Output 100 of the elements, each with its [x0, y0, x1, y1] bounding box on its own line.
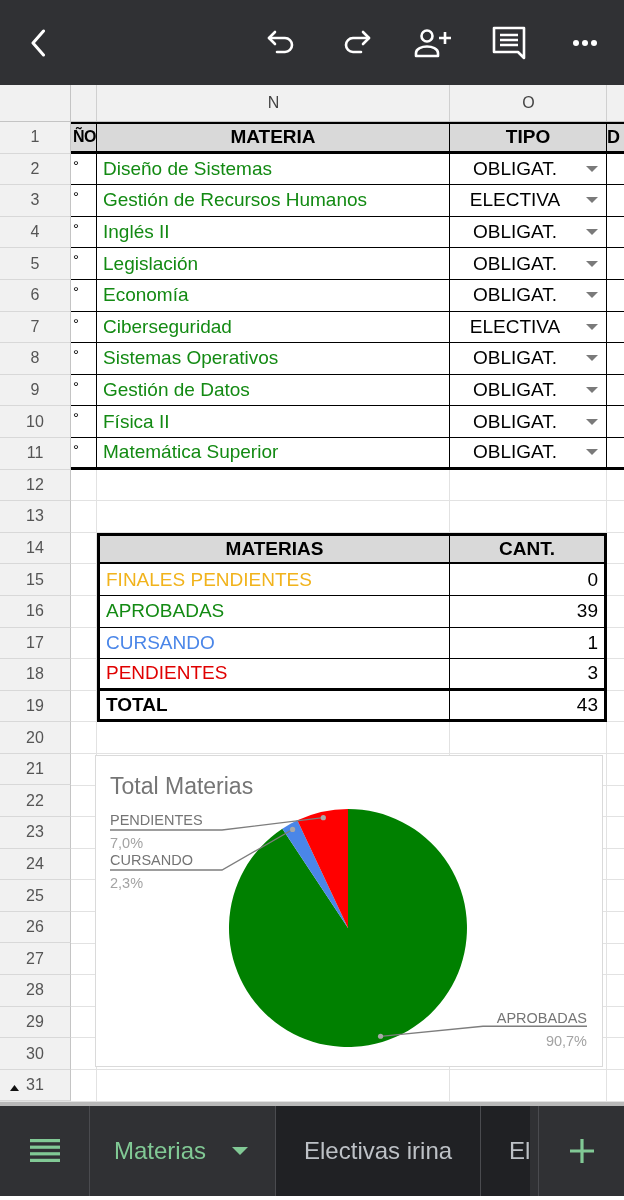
- dropdown-caret-icon[interactable]: [586, 292, 598, 299]
- table-cell: PENDIENTES: [97, 659, 450, 691]
- row-number: 29: [0, 1006, 71, 1039]
- table-cell: APROBADAS: [97, 595, 450, 628]
- menu-icon[interactable]: [29, 1139, 60, 1163]
- table-cell: CURSANDO: [97, 627, 450, 660]
- column-header: ÑO: [71, 124, 97, 151]
- row-number: 21: [0, 753, 71, 786]
- table-cell: °: [71, 248, 97, 279]
- row-number: 7: [0, 311, 71, 344]
- row-number: 11: [0, 437, 71, 470]
- table-cell: °: [71, 374, 97, 406]
- table-cell: °: [71, 216, 97, 248]
- category-label: CURSANDO: [110, 852, 193, 868]
- column-header: CANT.: [450, 532, 607, 565]
- row-number: 28: [0, 975, 71, 1007]
- dropdown-caret-icon[interactable]: [586, 355, 598, 362]
- table-cell: °: [71, 343, 97, 374]
- table-cell: Economía: [97, 279, 450, 311]
- dropdown-caret-icon[interactable]: [586, 387, 598, 394]
- comment-icon[interactable]: [491, 24, 527, 61]
- table-cell: °: [71, 279, 97, 311]
- row-number: 20: [0, 722, 71, 754]
- undo-icon[interactable]: [266, 29, 296, 56]
- dropdown-value[interactable]: ELECTIVA: [450, 189, 586, 212]
- percent-label: 7,0%: [110, 835, 144, 851]
- row-number: 6: [0, 279, 71, 312]
- dropdown-caret-icon[interactable]: [586, 229, 598, 236]
- row-number: 13: [0, 501, 71, 533]
- row-number: 3: [0, 185, 71, 217]
- row-number: 5: [0, 248, 71, 280]
- table-cell: Diseño de Sistemas: [97, 153, 450, 185]
- row-number: 18: [0, 659, 71, 691]
- redo-icon[interactable]: [342, 29, 372, 56]
- row-number: 26: [0, 911, 71, 944]
- column-header: TIPO: [450, 124, 607, 151]
- row-number: 24: [0, 848, 71, 881]
- sheet-tab[interactable]: El: [481, 1105, 531, 1196]
- plus-icon[interactable]: [569, 1138, 594, 1163]
- sheet-tab[interactable]: Electivas irina: [276, 1105, 482, 1196]
- row-number: 27: [0, 943, 71, 976]
- dropdown-caret-icon[interactable]: [586, 418, 598, 425]
- percent-label: 90,7%: [545, 1033, 587, 1050]
- table-cell: °: [71, 437, 97, 467]
- row-number: 16: [0, 595, 71, 628]
- dropdown-value[interactable]: OBLIGAT.: [450, 252, 586, 275]
- row-number: 22: [0, 785, 71, 818]
- row-number: 23: [0, 817, 71, 849]
- column-letter[interactable]: N: [267, 94, 280, 112]
- column-header: MATERIAS: [97, 532, 450, 565]
- dropdown-value[interactable]: OBLIGAT.: [450, 157, 586, 180]
- triangle-icon: [10, 1084, 19, 1091]
- row-number: 17: [0, 627, 71, 660]
- table-cell: Ciberseguridad: [97, 311, 450, 343]
- row-number: 19: [0, 690, 71, 723]
- dropdown-caret-icon[interactable]: [586, 323, 598, 330]
- table-cell: 39: [450, 595, 607, 628]
- column-header: MATERIA: [97, 124, 450, 151]
- dropdown-value[interactable]: OBLIGAT.: [450, 221, 586, 244]
- row-number: 15: [0, 564, 71, 596]
- row-number: 4: [0, 216, 71, 249]
- dropdown-value[interactable]: OBLIGAT.: [450, 441, 586, 464]
- dropdown-caret-icon[interactable]: [586, 260, 598, 267]
- table-cell: 3: [450, 659, 607, 691]
- row-number: 8: [0, 343, 71, 375]
- row-number: 30: [0, 1038, 71, 1070]
- dropdown-caret-icon[interactable]: [586, 449, 598, 456]
- dropdown-value[interactable]: OBLIGAT.: [450, 284, 586, 307]
- row-number: 2: [0, 153, 71, 186]
- caret-icon[interactable]: [232, 1146, 249, 1155]
- row-number: 9: [0, 374, 71, 407]
- table-cell: Matemática Superior: [97, 437, 450, 467]
- more-icon[interactable]: [573, 39, 597, 46]
- row-number: 25: [0, 880, 71, 912]
- dropdown-caret-icon[interactable]: [586, 197, 598, 204]
- category-label: PENDIENTES: [110, 812, 203, 828]
- category-label: APROBADAS: [496, 1010, 587, 1027]
- column-header: D: [607, 124, 624, 151]
- dropdown-value[interactable]: OBLIGAT.: [450, 410, 586, 433]
- back-icon[interactable]: [30, 28, 46, 57]
- column-letter[interactable]: O: [522, 94, 535, 112]
- row-number: 12: [0, 469, 71, 502]
- table-cell: °: [71, 185, 97, 216]
- table-cell: °: [71, 406, 97, 437]
- row-number: 10: [0, 406, 71, 438]
- dropdown-value[interactable]: OBLIGAT.: [450, 379, 586, 402]
- percent-label: 2,3%: [110, 875, 144, 891]
- table-cell: Inglés II: [97, 216, 450, 248]
- table-cell: °: [71, 311, 97, 343]
- table-cell: 1: [450, 627, 607, 660]
- add-person-icon[interactable]: [414, 27, 452, 58]
- table-cell: Sistemas Operativos: [97, 343, 450, 374]
- dropdown-caret-icon[interactable]: [586, 165, 598, 172]
- row-number: 14: [0, 532, 71, 565]
- chart-title: Total Materias: [110, 773, 254, 799]
- table-cell: Legislación: [97, 248, 450, 279]
- dropdown-value[interactable]: ELECTIVA: [450, 315, 586, 338]
- table-cell: FINALES PENDIENTES: [97, 564, 450, 596]
- table-cell: Gestión de Recursos Humanos: [97, 185, 450, 216]
- dropdown-value[interactable]: OBLIGAT.: [450, 347, 586, 370]
